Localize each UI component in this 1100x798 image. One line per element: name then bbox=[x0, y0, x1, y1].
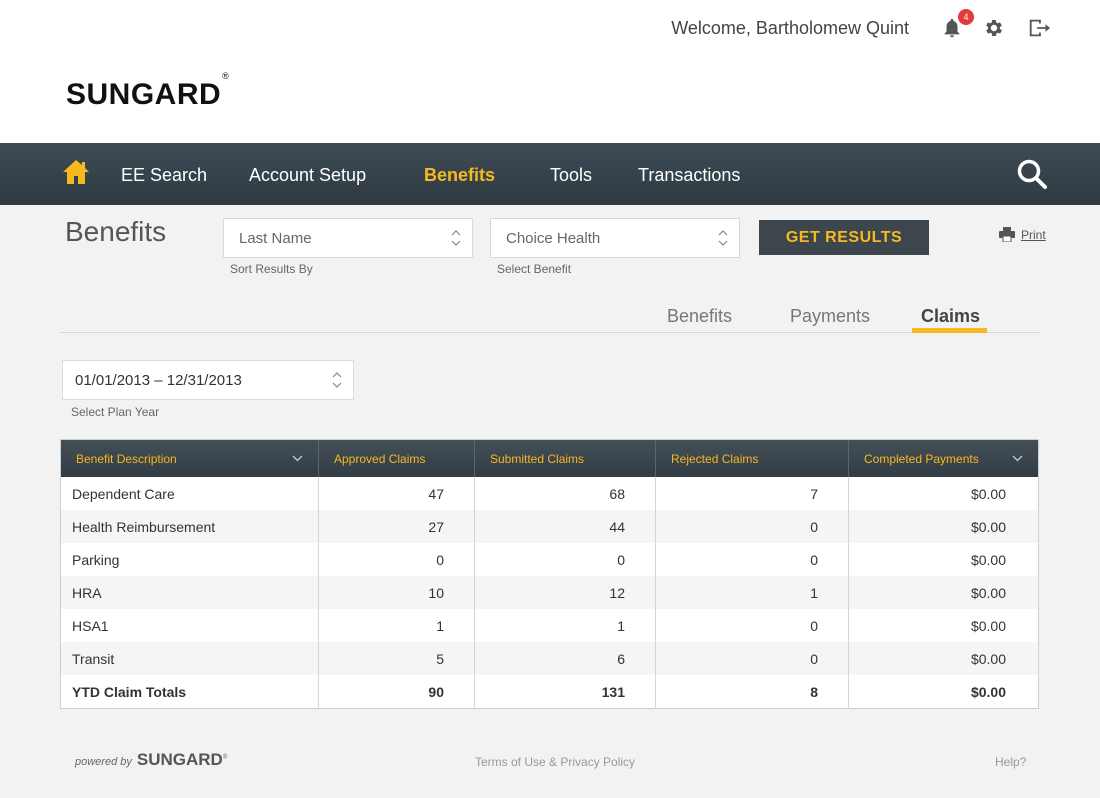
column-header-label: Completed Payments bbox=[864, 451, 979, 466]
benefit-select[interactable]: Choice Health bbox=[490, 218, 740, 258]
benefit-description-cell: HRA bbox=[61, 576, 319, 609]
plan-year-value: 01/01/2013 – 12/31/2013 bbox=[75, 372, 242, 389]
print-link[interactable]: Print bbox=[999, 227, 1046, 242]
column-header-label: Benefit Description bbox=[76, 451, 177, 466]
benefit-select-value: Choice Health bbox=[506, 230, 601, 247]
submitted-claims-cell: 6 bbox=[475, 642, 656, 675]
benefit-description-cell: Dependent Care bbox=[61, 477, 319, 510]
submitted-claims-cell: 44 bbox=[475, 510, 656, 543]
sort-results-label: Sort Results By bbox=[230, 262, 313, 276]
print-label: Print bbox=[1021, 227, 1046, 242]
column-header-completed-payments[interactable]: Completed Payments bbox=[849, 440, 1038, 477]
completed-payments-cell: $0.00 bbox=[970, 617, 1006, 634]
tab-benefits[interactable]: Benefits bbox=[667, 306, 732, 327]
rejected-claims-cell: 0 bbox=[656, 609, 849, 642]
approved-claims-cell: 1 bbox=[319, 609, 475, 642]
tabs-divider bbox=[60, 332, 1040, 333]
table-row[interactable]: Dependent Care 47 68 7 $0.00 bbox=[61, 477, 1038, 510]
completed-payments-total: $0.00 bbox=[970, 683, 1006, 700]
spinner-arrows-icon bbox=[332, 372, 342, 388]
column-header-benefit-description[interactable]: Benefit Description bbox=[61, 440, 319, 477]
sort-results-value: Last Name bbox=[239, 230, 312, 247]
active-tab-indicator bbox=[912, 328, 987, 333]
completed-payments-cell: $0.00 bbox=[970, 485, 1006, 502]
home-icon[interactable] bbox=[61, 157, 91, 187]
submitted-claims-cell: 68 bbox=[475, 477, 656, 510]
benefit-description-cell: Parking bbox=[61, 543, 319, 576]
rejected-claims-cell: 1 bbox=[656, 576, 849, 609]
column-header-label: Approved Claims bbox=[334, 451, 426, 466]
tab-claims[interactable]: Claims bbox=[921, 306, 980, 327]
benefit-description-cell: Transit bbox=[61, 642, 319, 675]
approved-claims-total: 90 bbox=[319, 675, 475, 708]
plan-year-label: Select Plan Year bbox=[71, 405, 160, 419]
table-body: Dependent Care 47 68 7 $0.00 Health Reim… bbox=[61, 477, 1038, 708]
completed-payments-cell: $0.00 bbox=[970, 518, 1006, 535]
chevron-down-icon bbox=[1012, 455, 1023, 462]
completed-payments-cell: $0.00 bbox=[970, 584, 1006, 601]
column-header-approved-claims[interactable]: Approved Claims bbox=[319, 440, 475, 477]
spinner-arrows-icon bbox=[718, 230, 728, 246]
nav-account-setup[interactable]: Account Setup bbox=[249, 165, 366, 186]
table-row[interactable]: Health Reimbursement 27 44 0 $0.00 bbox=[61, 510, 1038, 543]
submitted-claims-total: 131 bbox=[475, 675, 656, 708]
table-row[interactable]: Transit 5 6 0 $0.00 bbox=[61, 642, 1038, 675]
sort-results-select[interactable]: Last Name bbox=[223, 218, 473, 258]
completed-payments-cell: $0.00 bbox=[970, 650, 1006, 667]
rejected-claims-cell: 0 bbox=[656, 510, 849, 543]
column-header-rejected-claims[interactable]: Rejected Claims bbox=[656, 440, 849, 477]
spinner-arrows-icon bbox=[451, 230, 461, 246]
page-title: Benefits bbox=[65, 216, 167, 247]
notification-badge: 4 bbox=[958, 9, 974, 25]
sungard-logo: SUNGARD® bbox=[66, 71, 230, 111]
footer-logo: SUNGARD® bbox=[136, 750, 228, 769]
powered-by: powered by SUNGARD® bbox=[75, 750, 227, 770]
submitted-claims-cell: 0 bbox=[475, 543, 656, 576]
nav-tools[interactable]: Tools bbox=[550, 165, 592, 186]
totals-row: YTD Claim Totals 90 131 8 $0.00 bbox=[61, 675, 1038, 708]
column-header-label: Rejected Claims bbox=[671, 451, 759, 466]
approved-claims-cell: 47 bbox=[319, 477, 475, 510]
powered-by-text: powered by bbox=[75, 756, 132, 768]
get-results-button[interactable]: GET RESULTS bbox=[759, 220, 929, 255]
column-header-label: Submitted Claims bbox=[490, 451, 585, 466]
top-header: Welcome, Bartholomew Quint 4 SUNGARD® bbox=[0, 0, 1100, 143]
search-icon[interactable] bbox=[1016, 158, 1048, 190]
terms-privacy-link[interactable]: Terms of Use & Privacy Policy bbox=[475, 755, 635, 769]
claims-table: Benefit Description Approved Claims Subm… bbox=[60, 439, 1039, 709]
rejected-claims-cell: 7 bbox=[656, 477, 849, 510]
submitted-claims-cell: 1 bbox=[475, 609, 656, 642]
submitted-claims-cell: 12 bbox=[475, 576, 656, 609]
table-header: Benefit Description Approved Claims Subm… bbox=[61, 440, 1038, 477]
welcome-text: Welcome, Bartholomew Quint bbox=[671, 18, 909, 38]
column-header-submitted-claims[interactable]: Submitted Claims bbox=[475, 440, 656, 477]
nav-transactions[interactable]: Transactions bbox=[638, 165, 740, 186]
approved-claims-cell: 0 bbox=[319, 543, 475, 576]
approved-claims-cell: 5 bbox=[319, 642, 475, 675]
main-nav: EE Search Account Setup Benefits Tools T… bbox=[0, 143, 1100, 205]
rejected-claims-cell: 0 bbox=[656, 642, 849, 675]
nav-benefits[interactable]: Benefits bbox=[424, 165, 495, 186]
completed-payments-cell: $0.00 bbox=[970, 551, 1006, 568]
tab-payments[interactable]: Payments bbox=[790, 306, 870, 327]
chevron-down-icon bbox=[292, 455, 303, 462]
benefit-description-cell: HSA1 bbox=[61, 609, 319, 642]
logout-icon[interactable] bbox=[1026, 15, 1052, 41]
benefit-description-cell: Health Reimbursement bbox=[61, 510, 319, 543]
table-row[interactable]: Parking 0 0 0 $0.00 bbox=[61, 543, 1038, 576]
nav-ee-search[interactable]: EE Search bbox=[121, 165, 207, 186]
plan-year-select[interactable]: 01/01/2013 – 12/31/2013 bbox=[62, 360, 354, 400]
totals-label: YTD Claim Totals bbox=[61, 675, 319, 708]
help-link[interactable]: Help? bbox=[995, 755, 1026, 769]
gear-icon[interactable] bbox=[981, 15, 1007, 41]
approved-claims-cell: 10 bbox=[319, 576, 475, 609]
printer-icon bbox=[999, 227, 1015, 242]
rejected-claims-cell: 0 bbox=[656, 543, 849, 576]
table-row[interactable]: HRA 10 12 1 $0.00 bbox=[61, 576, 1038, 609]
rejected-claims-total: 8 bbox=[656, 675, 849, 708]
benefit-select-label: Select Benefit bbox=[497, 262, 572, 276]
approved-claims-cell: 27 bbox=[319, 510, 475, 543]
table-row[interactable]: HSA1 1 1 0 $0.00 bbox=[61, 609, 1038, 642]
